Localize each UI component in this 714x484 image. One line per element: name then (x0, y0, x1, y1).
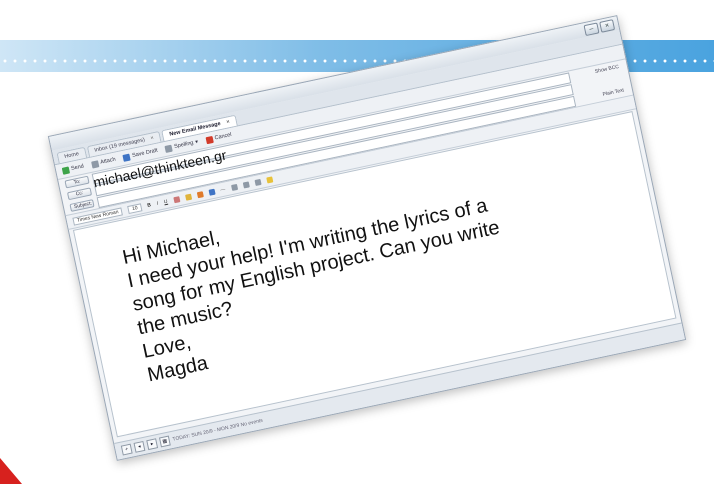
horizontal-rule-icon[interactable]: — (220, 186, 226, 193)
save-icon (122, 153, 132, 162)
font-size-select[interactable]: 10 (127, 202, 143, 214)
corner-mark (0, 458, 22, 484)
link-icon[interactable] (265, 175, 273, 184)
bold-icon[interactable]: B (147, 202, 152, 209)
email-compose-window: – × Home Inbox (19 messages) × New Email … (47, 15, 687, 461)
send-button[interactable]: Send (61, 163, 85, 175)
text-color-icon[interactable] (172, 195, 180, 203)
cancel-icon (205, 135, 214, 144)
numbered-list-icon[interactable] (242, 180, 250, 189)
indent-icon[interactable] (253, 178, 262, 186)
attach-button[interactable]: Attach (90, 156, 117, 169)
previous-icon[interactable]: ◂ (133, 440, 146, 453)
calendar-icon[interactable]: ▦ (158, 435, 171, 448)
paperclip-icon (90, 159, 100, 169)
spellcheck-icon (164, 144, 174, 153)
emoticon-icon[interactable] (196, 190, 204, 198)
first-icon[interactable]: + (120, 443, 133, 456)
cancel-button[interactable]: Cancel (205, 131, 232, 144)
close-tab-icon[interactable]: × (150, 135, 154, 142)
image-icon[interactable] (207, 188, 216, 196)
italic-icon[interactable]: I (156, 200, 159, 206)
highlight-icon[interactable] (184, 193, 192, 201)
close-tab-icon[interactable]: × (226, 119, 230, 126)
underline-icon[interactable]: U (163, 198, 168, 205)
list-icon[interactable] (230, 183, 238, 191)
next-icon[interactable]: ▸ (146, 438, 159, 451)
send-icon (61, 165, 70, 175)
